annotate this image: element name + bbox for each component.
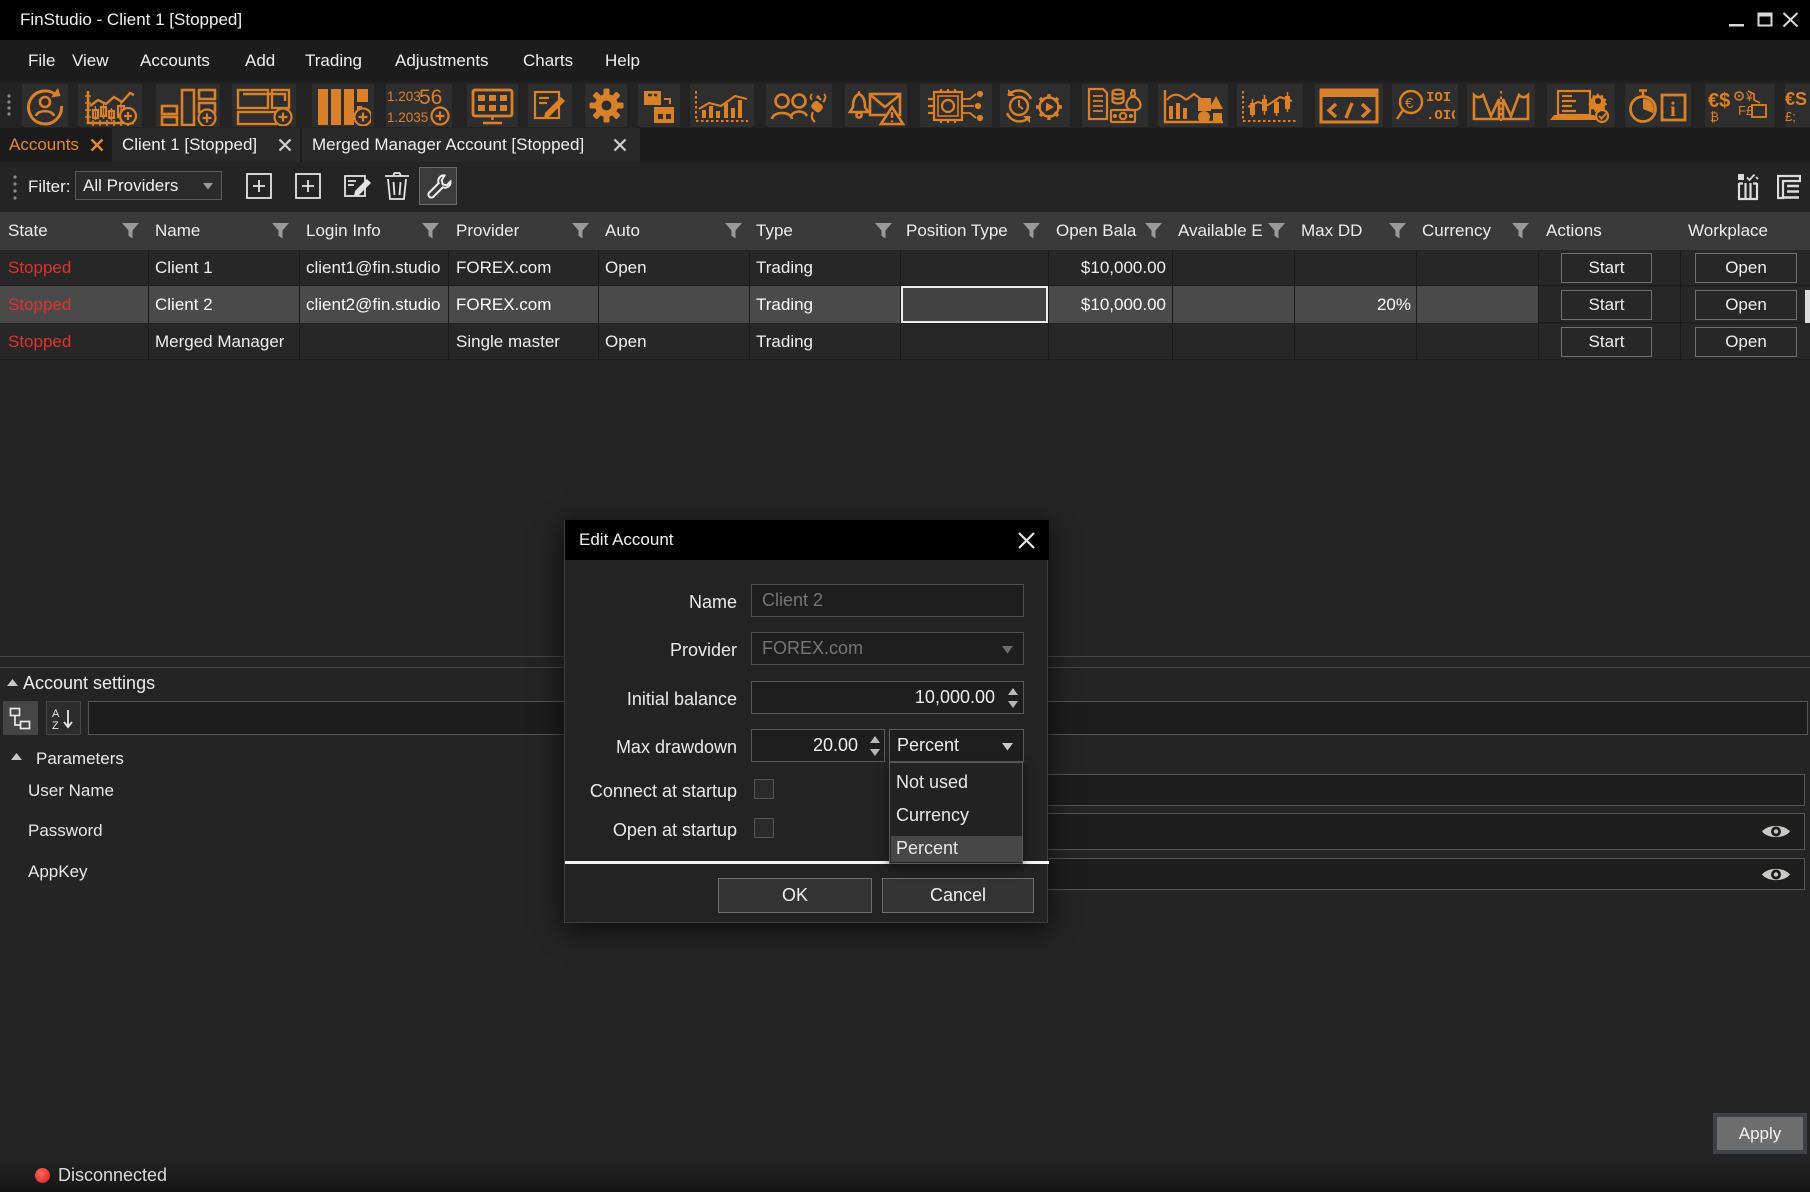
svg-text:€S: €S <box>1785 89 1807 109</box>
svg-text:i: i <box>1670 97 1676 121</box>
svg-text:56: 56 <box>419 86 442 109</box>
svg-text:IOI: IOI <box>1426 90 1451 106</box>
svg-text:€$: €$ <box>1708 90 1730 112</box>
svg-text:1.203: 1.203 <box>387 89 421 104</box>
svg-text:€: € <box>1405 95 1414 112</box>
svg-text:₿: ₿ <box>1710 110 1719 124</box>
svg-text:A: A <box>52 708 60 720</box>
svg-text:.OIO: .OIO <box>1426 108 1455 124</box>
svg-text:Z: Z <box>52 720 59 731</box>
svg-text:1.2035: 1.2035 <box>387 110 428 125</box>
svg-text:£;: £; <box>1785 109 1796 124</box>
